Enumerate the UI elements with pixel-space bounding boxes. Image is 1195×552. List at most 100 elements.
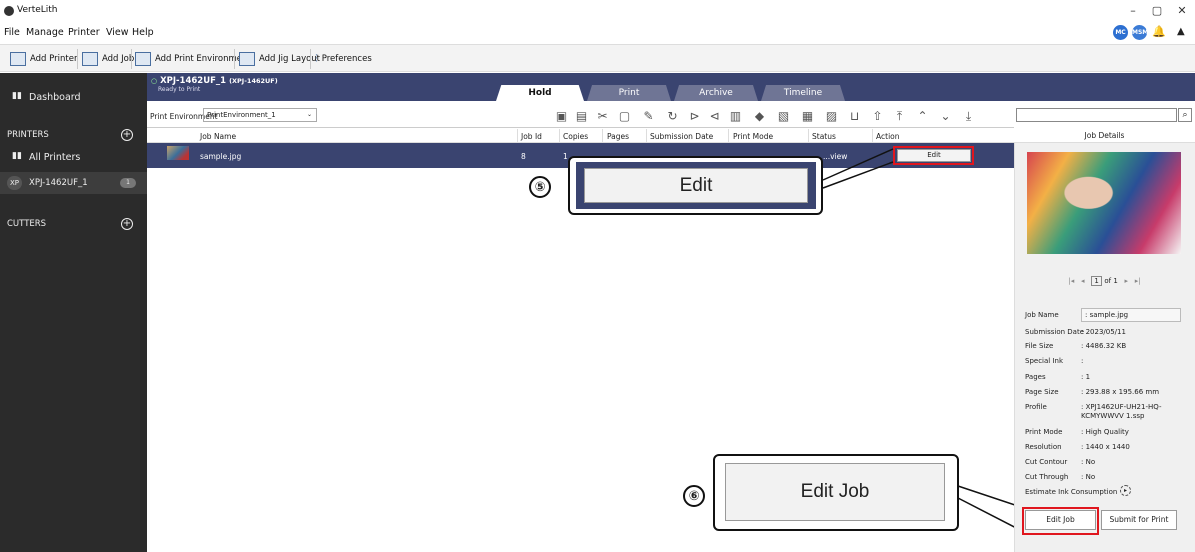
prev-page-icon[interactable]: ◂	[1081, 277, 1085, 285]
col-copies[interactable]: Copies	[563, 132, 588, 141]
col-status[interactable]: Status	[812, 132, 836, 141]
add-printer-button[interactable]: Add Printer	[10, 49, 77, 69]
first-page-icon[interactable]: |◂	[1068, 277, 1074, 285]
column-divider	[808, 129, 809, 143]
detail-label-job-name: Job Name	[1025, 311, 1059, 319]
tab-archive[interactable]: Archive	[674, 85, 758, 101]
detail-value-file-size: : 4486.32 KB	[1081, 342, 1127, 350]
detail-label-file-size: File Size	[1025, 342, 1054, 350]
move-top-icon[interactable]: ⤒	[893, 110, 906, 122]
callout-edit-button: Edit	[584, 168, 808, 203]
col-job-id[interactable]: Job Id	[521, 132, 542, 141]
rotate-icon[interactable]: ↻	[666, 110, 679, 122]
sidebar-item-all-printers[interactable]: ▮▮ All Printers	[0, 151, 147, 165]
bell-icon[interactable]: 🔔	[1152, 25, 1166, 38]
next-page-icon[interactable]: ▸	[1125, 277, 1129, 285]
menu-help[interactable]: Help	[132, 27, 154, 38]
col-pages[interactable]: Pages	[607, 132, 629, 141]
copies-cell: 1	[563, 152, 568, 161]
cutters-header-label: CUTTERS	[7, 219, 47, 229]
user-badge-mc[interactable]: MC	[1113, 25, 1128, 40]
add-job-button[interactable]: Add Job	[82, 49, 134, 69]
column-divider	[728, 129, 729, 143]
detail-value-pages: : 1	[1081, 373, 1091, 381]
monitor-icon[interactable]: ▦	[801, 110, 814, 122]
sidebar: ▮▮ Dashboard PRINTERS + ▮▮ All Printers …	[0, 73, 147, 552]
toolbar-divider	[234, 49, 235, 69]
layer-icon[interactable]: ▨	[825, 110, 838, 122]
menu-printer[interactable]: Printer	[68, 27, 100, 38]
pencil-icon[interactable]: ✎	[642, 110, 655, 122]
send-right-icon[interactable]: ⊳	[688, 110, 701, 122]
user-badge-msm[interactable]: MSM	[1132, 25, 1148, 40]
preview-icon[interactable]: ▧	[777, 110, 790, 122]
submit-for-print-button[interactable]: Submit for Print	[1101, 510, 1177, 530]
tab-print[interactable]: Print	[587, 85, 671, 101]
sidebar-item-printer[interactable]: XP XPJ-1462UF_1 1	[0, 172, 147, 194]
add-job-icon	[82, 52, 98, 66]
page-number-input[interactable]: 1	[1091, 276, 1103, 286]
trash-icon[interactable]: ▥	[729, 110, 742, 122]
job-preview-image	[1027, 152, 1181, 254]
printer-count-badge: 1	[120, 178, 136, 188]
preferences-button[interactable]: ⫶ Preferences	[315, 49, 372, 69]
printer-tag: XP	[7, 176, 22, 190]
add-jig-layout-button[interactable]: Add Jig Layout	[239, 49, 320, 69]
printer-title: ○ XPJ-1462UF_1 (XPJ-1462UF)	[151, 76, 278, 86]
move-bottom-icon[interactable]: ⤓	[962, 110, 975, 122]
detail-label-print-mode: Print Mode	[1025, 428, 1063, 436]
step-6-marker: ⑥	[683, 485, 705, 507]
col-print-mode[interactable]: Print Mode	[733, 132, 773, 141]
preferences-label: Preferences	[321, 54, 372, 64]
app-title: VerteLith	[17, 5, 58, 15]
edit-job-highlight	[1022, 507, 1099, 535]
sidebar-item-dashboard[interactable]: ▮▮ Dashboard	[0, 91, 147, 105]
preview-pager: |◂ ◂ 1 of 1 ▸ ▸|	[1014, 276, 1195, 288]
detail-value-cut-contour: : No	[1081, 458, 1096, 466]
status-cell: ...view	[823, 152, 848, 161]
add-file-icon[interactable]: ▣	[555, 110, 568, 122]
print-environment-icon	[135, 52, 151, 66]
estimate-play-icon[interactable]: ▸	[1120, 485, 1131, 496]
move-down-icon[interactable]: ⌄	[939, 110, 952, 122]
send-left-icon[interactable]: ⊲	[708, 110, 721, 122]
menu-manage[interactable]: Manage	[26, 27, 64, 38]
menu-view[interactable]: View	[106, 27, 129, 38]
detail-label-special-ink: Special Ink	[1025, 357, 1064, 365]
tab-hold[interactable]: Hold	[496, 85, 584, 101]
col-job-name[interactable]: Job Name	[200, 132, 236, 141]
move-up-icon[interactable]: ⌃	[916, 110, 929, 122]
menu-bar: File Manage Printer View Help MC MSM 🔔 ▲	[0, 22, 1195, 42]
copy-icon[interactable]: ▤	[575, 110, 588, 122]
duplicate-icon[interactable]: ▢	[618, 110, 631, 122]
printer-name: XPJ-1462UF_1	[160, 76, 227, 86]
export-icon[interactable]: ⇧	[871, 110, 884, 122]
toolbar: Add Printer Add Job Add Print Environmen…	[0, 44, 1195, 72]
last-page-icon[interactable]: ▸|	[1135, 277, 1141, 285]
printer-item-label: XPJ-1462UF_1	[29, 178, 88, 188]
add-printer-plus-icon[interactable]: +	[121, 129, 133, 141]
job-details-header: Job Details	[1014, 129, 1195, 143]
column-divider	[559, 129, 560, 143]
add-print-environment-label: Add Print Environment	[155, 54, 251, 64]
diamond-icon[interactable]: ◆	[753, 110, 766, 122]
step-5-marker: ⑤	[529, 176, 551, 198]
col-submission-date[interactable]: Submission Date	[650, 132, 713, 141]
detail-label-cut-contour: Cut Contour	[1025, 458, 1068, 466]
import-icon[interactable]: ⊔	[848, 110, 861, 122]
menu-file[interactable]: File	[4, 27, 20, 38]
search-icon[interactable]: ⌕	[1178, 108, 1192, 122]
minimize-button[interactable]: –	[1123, 4, 1143, 17]
print-environment-select[interactable]: PrintEnvironment_1 ⌄	[203, 108, 317, 122]
collapse-up-icon[interactable]: ▲	[1177, 26, 1185, 37]
estimate-ink-label: Estimate Ink Consumption	[1025, 488, 1118, 496]
job-name-select[interactable]: : sample.jpg	[1081, 308, 1181, 322]
search-input[interactable]	[1016, 108, 1177, 122]
add-cutter-plus-icon[interactable]: +	[121, 218, 133, 230]
scissors-icon[interactable]: ✂	[596, 110, 609, 122]
col-action[interactable]: Action	[876, 132, 900, 141]
detail-label-page-size: Page Size	[1025, 388, 1059, 396]
close-button[interactable]: ✕	[1172, 4, 1192, 17]
maximize-button[interactable]: ▢	[1147, 4, 1167, 17]
tab-timeline[interactable]: Timeline	[761, 85, 845, 101]
